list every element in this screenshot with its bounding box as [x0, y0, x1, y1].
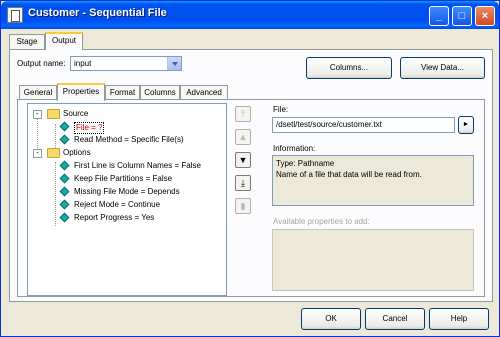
tree-item-label: Missing File Mode = Depends — [74, 187, 180, 196]
delete-property-icon[interactable]: ▮ — [235, 198, 251, 214]
tab-output[interactable]: Output — [45, 32, 83, 50]
dialog-window: Customer - Sequential File _ □ × Stage O… — [0, 0, 500, 337]
information-box: Type: Pathname Name of a file that data … — [272, 155, 474, 206]
document-icon — [7, 7, 23, 23]
available-properties-list — [272, 229, 474, 291]
info-description: Name of a file that data will be read fr… — [276, 170, 422, 179]
tree-item-label: First Line is Column Names = False — [74, 161, 201, 170]
ok-button[interactable]: OK — [301, 308, 361, 330]
view-data-button[interactable]: View Data... — [400, 57, 485, 79]
chevron-down-icon[interactable] — [167, 57, 181, 70]
property-icon — [59, 121, 70, 132]
minimize-icon[interactable]: _ — [429, 6, 449, 26]
property-icon — [59, 134, 70, 145]
property-icon — [59, 186, 70, 197]
tree-group-label: Source — [63, 109, 89, 118]
information-label: Information: — [273, 144, 316, 153]
property-icon — [59, 199, 70, 210]
move-down-icon[interactable]: ▼ — [235, 152, 251, 168]
tree-item-label: Reject Mode = Continue — [74, 200, 161, 209]
collapse-icon[interactable]: - — [33, 149, 42, 158]
browse-arrow-icon[interactable]: ► — [458, 116, 474, 134]
output-name-select[interactable]: input — [70, 56, 182, 71]
folder-icon — [47, 148, 60, 158]
info-type: Type: Pathname — [276, 159, 335, 168]
cancel-button[interactable]: Cancel — [365, 308, 425, 330]
help-button[interactable]: Help — [429, 308, 489, 330]
window-title: Customer - Sequential File — [28, 7, 167, 19]
move-up-icon[interactable]: ▲ — [235, 129, 251, 145]
tab-properties[interactable]: Properties — [57, 83, 105, 101]
tab-columns[interactable]: Columns — [140, 85, 180, 100]
folder-icon — [47, 109, 60, 119]
output-name-label: Output name: — [17, 59, 66, 68]
columns-button[interactable]: Columns... — [306, 57, 392, 79]
tree-item-label: Read Method = Specific File(s) — [74, 135, 184, 144]
tree-group-label: Options — [63, 148, 91, 157]
tab-general[interactable]: General — [19, 85, 57, 100]
move-top-icon[interactable]: ⤒ — [235, 106, 251, 122]
file-input[interactable]: /dsetl/test/source/customer.txt — [272, 117, 455, 133]
maximize-icon[interactable]: □ — [452, 6, 472, 26]
tab-format[interactable]: Format — [105, 85, 140, 100]
tree-item-label: File = ? — [74, 122, 105, 134]
collapse-icon[interactable]: - — [33, 110, 42, 119]
tab-stage[interactable]: Stage — [9, 34, 45, 49]
property-tree[interactable]: - Source File = ? Read Method = Specific… — [27, 103, 227, 296]
property-icon — [59, 160, 70, 171]
move-bottom-icon[interactable]: ⤓ — [235, 175, 251, 191]
available-properties-label: Available properties to add: — [273, 217, 370, 226]
title-bar: Customer - Sequential File _ □ × — [1, 1, 499, 29]
tab-advanced[interactable]: Advanced — [180, 85, 228, 100]
tree-item-label: Report Progress = Yes — [74, 213, 155, 222]
output-name-value: input — [74, 59, 92, 68]
property-icon — [59, 212, 70, 223]
file-label: File: — [273, 105, 289, 114]
property-icon — [59, 173, 70, 184]
tree-item-label: Keep File Partitions = False — [74, 174, 173, 183]
close-icon[interactable]: × — [475, 6, 495, 26]
